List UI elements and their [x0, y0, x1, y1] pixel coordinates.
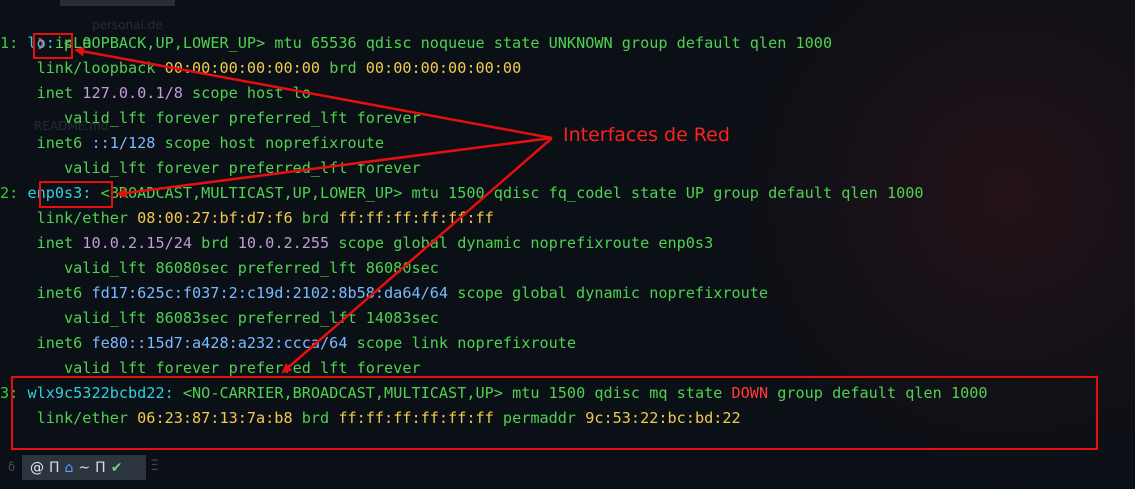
annotation-label: Interfaces de Red	[563, 124, 730, 146]
check-icon: ✔	[110, 459, 123, 476]
statusbar-left-glyph: δ	[8, 460, 16, 474]
home-icon: ⌂	[64, 459, 74, 476]
annotation-arrows	[74, 46, 553, 374]
arrow-to-enp0s3	[116, 136, 553, 198]
arrow-to-wlx	[281, 137, 553, 374]
separator-pi: Π	[95, 459, 106, 476]
prompt-statusbar: @ Π ⌂ ~ Π ✔	[22, 455, 146, 480]
cwd-tilde: ~	[78, 459, 91, 476]
statusbar-tail-glyph: Ξ	[150, 458, 159, 474]
debian-icon: @	[30, 459, 44, 476]
arrow-to-lo	[74, 46, 553, 140]
separator-pi: Π	[49, 459, 60, 476]
